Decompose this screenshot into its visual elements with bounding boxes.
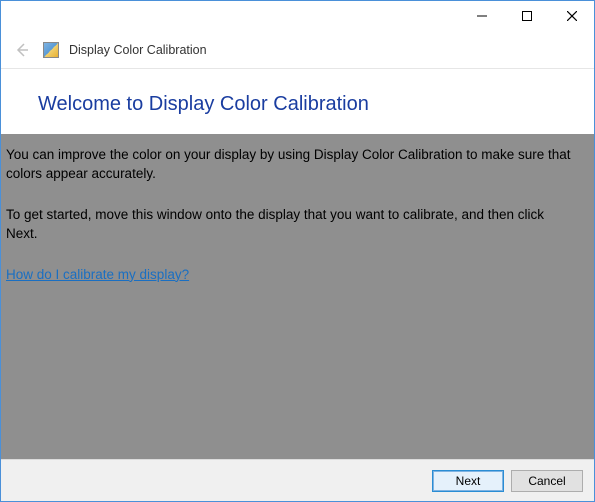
minimize-button[interactable] (459, 1, 504, 30)
next-button[interactable]: Next (432, 470, 504, 492)
header-title: Display Color Calibration (69, 43, 207, 57)
back-arrow-icon (14, 42, 30, 58)
maximize-button[interactable] (504, 1, 549, 30)
content-area: You can improve the color on your displa… (1, 134, 594, 459)
heading-area: Welcome to Display Color Calibration (1, 69, 594, 134)
maximize-icon (522, 11, 532, 21)
titlebar (1, 1, 594, 31)
header-bar: Display Color Calibration (1, 31, 594, 69)
intro-paragraph-2: To get started, move this window onto th… (6, 206, 578, 244)
minimize-icon (477, 11, 487, 21)
dialog-window: Display Color Calibration Welcome to Dis… (0, 0, 595, 502)
back-button (11, 39, 33, 61)
help-link[interactable]: How do I calibrate my display? (6, 267, 189, 282)
close-icon (567, 11, 577, 21)
intro-paragraph-1: You can improve the color on your displa… (6, 146, 578, 184)
cancel-button[interactable]: Cancel (511, 470, 583, 492)
app-icon (43, 42, 59, 58)
footer-bar: Next Cancel (1, 459, 594, 501)
page-heading: Welcome to Display Color Calibration (38, 93, 594, 116)
close-button[interactable] (549, 1, 594, 30)
